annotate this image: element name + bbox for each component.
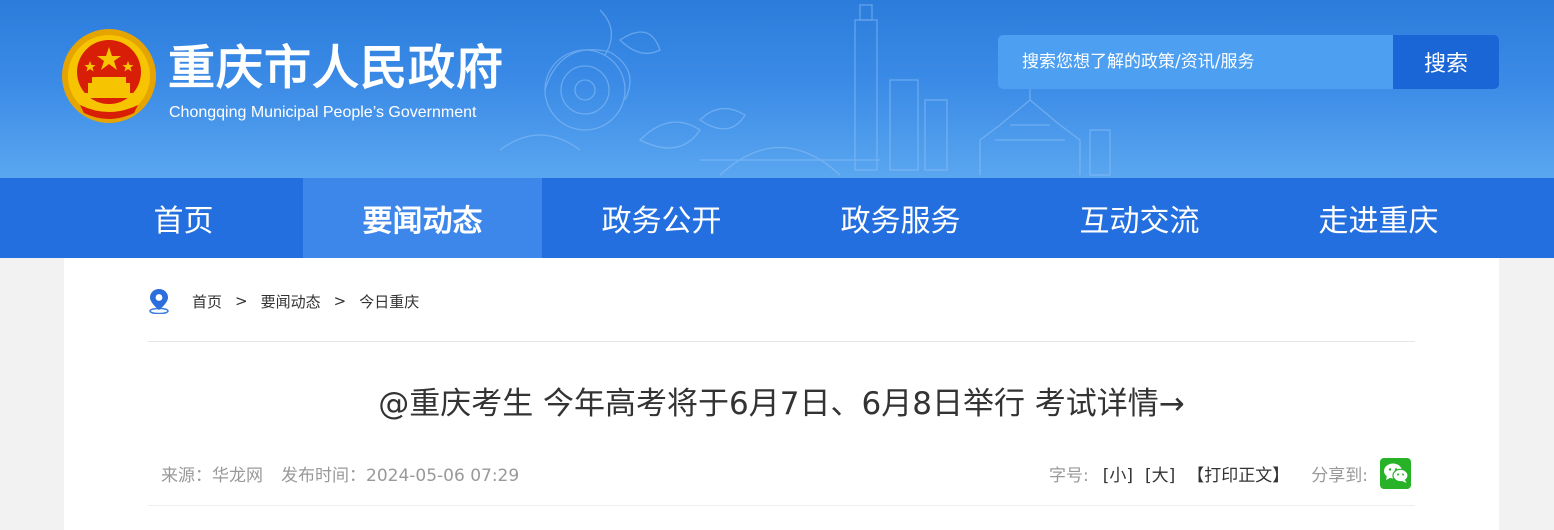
article-source: 来源：华龙网 — [161, 466, 263, 486]
breadcrumb-separator: > — [235, 292, 248, 310]
breadcrumb-news[interactable]: 要闻动态 — [261, 291, 321, 312]
search-bar: 搜索 — [998, 35, 1499, 89]
font-small-button[interactable]: [小] — [1103, 461, 1133, 486]
nav-item-gov-affairs-public[interactable]: 政务公开 — [542, 178, 781, 258]
national-emblem-icon — [62, 29, 156, 123]
print-button[interactable]: 【打印正文】 — [1187, 461, 1289, 486]
site-header: 重庆市人民政府 Chongqing Municipal People’s Gov… — [0, 0, 1554, 178]
wechat-icon[interactable] — [1380, 457, 1411, 489]
search-button[interactable]: 搜索 — [1393, 35, 1499, 89]
font-large-button[interactable]: [大] — [1145, 461, 1175, 486]
breadcrumb-separator: > — [333, 292, 347, 310]
main-nav: 首页 要闻动态 政务公开 政务服务 互动交流 走进重庆 — [0, 178, 1554, 258]
wechat-logo-icon — [1383, 463, 1409, 483]
nav-item-home[interactable]: 首页 — [64, 178, 303, 258]
breadcrumb: 首页 > 要闻动态 > 今日重庆 — [148, 289, 419, 314]
article-panel: 首页 > 要闻动态 > 今日重庆 @重庆考生 今年高考将于6月7日、6月8日举行… — [64, 258, 1499, 530]
nav-item-gov-services[interactable]: 政务服务 — [781, 178, 1020, 258]
nav-item-about-chongqing[interactable]: 走进重庆 — [1259, 178, 1498, 258]
article-meta: 来源：华龙网 发布时间：2024-05-06 07:29 — [161, 461, 519, 486]
breadcrumb-home[interactable]: 首页 — [192, 291, 222, 312]
article-tools: 字号: [小] [大] 【打印正文】 分享到: — [1049, 457, 1411, 489]
nav-item-interaction[interactable]: 互动交流 — [1020, 178, 1259, 258]
site-title-english: Chongqing Municipal People’s Government — [169, 104, 477, 121]
location-pin-icon — [149, 289, 169, 314]
search-input[interactable] — [998, 35, 1393, 89]
publish-time: 发布时间：2024-05-06 07:29 — [281, 466, 520, 486]
divider — [148, 341, 1415, 342]
nav-item-news[interactable]: 要闻动态 — [303, 178, 542, 258]
site-title[interactable]: 重庆市人民政府 — [168, 40, 504, 98]
breadcrumb-today-chongqing[interactable]: 今日重庆 — [359, 291, 419, 312]
article-title: @重庆考生 今年高考将于6月7日、6月8日举行 考试详情→ — [378, 386, 1185, 422]
divider — [148, 505, 1415, 506]
font-size-label: 字号: — [1049, 465, 1089, 486]
share-label: 分享到: — [1311, 465, 1368, 486]
